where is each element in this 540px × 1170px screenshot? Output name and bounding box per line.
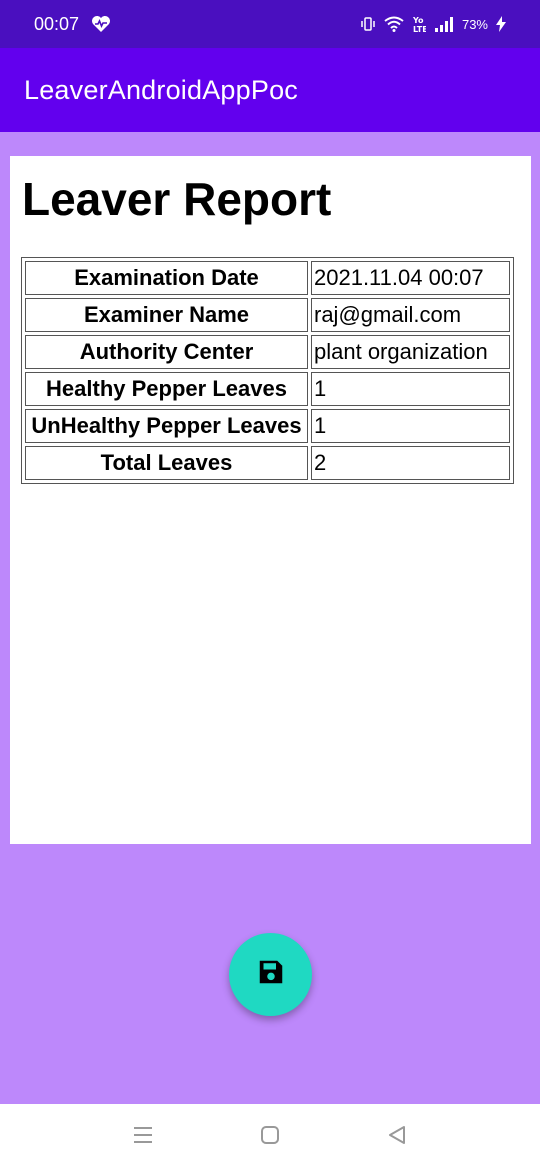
app-bar: LeaverAndroidAppPoc [0, 48, 540, 132]
signal-icon [434, 16, 454, 32]
recents-button[interactable] [123, 1117, 163, 1157]
row-value: 2021.11.04 00:07 [311, 261, 510, 295]
row-label: Authority Center [25, 335, 308, 369]
back-icon [387, 1125, 407, 1150]
row-value: 2 [311, 446, 510, 480]
row-label: Examiner Name [25, 298, 308, 332]
heart-icon [91, 15, 111, 33]
report-card: Leaver Report Examination Date 2021.11.0… [10, 156, 531, 844]
row-label: Total Leaves [25, 446, 308, 480]
save-button[interactable] [229, 933, 312, 1016]
save-icon [256, 957, 286, 992]
recents-icon [133, 1126, 153, 1149]
row-label: UnHealthy Pepper Leaves [25, 409, 308, 443]
table-row: Authority Center plant organization [25, 335, 510, 369]
table-row: Healthy Pepper Leaves 1 [25, 372, 510, 406]
wifi-icon [384, 16, 404, 32]
charging-icon [496, 16, 506, 32]
row-value: 1 [311, 409, 510, 443]
status-time: 00:07 [34, 13, 80, 34]
home-icon [260, 1125, 280, 1150]
table-row: Total Leaves 2 [25, 446, 510, 480]
row-value: raj@gmail.com [311, 298, 510, 332]
report-table: Examination Date 2021.11.04 00:07 Examin… [21, 257, 514, 484]
status-bar: 00:07 Yo LTE 73% [0, 0, 540, 48]
table-row: UnHealthy Pepper Leaves 1 [25, 409, 510, 443]
row-value: plant organization [311, 335, 510, 369]
svg-text:LTE: LTE [413, 25, 426, 33]
table-row: Examination Date 2021.11.04 00:07 [25, 261, 510, 295]
app-title: LeaverAndroidAppPoc [24, 74, 298, 105]
row-label: Examination Date [25, 261, 308, 295]
volte-icon: Yo LTE [412, 15, 426, 33]
home-button[interactable] [250, 1117, 290, 1157]
back-button[interactable] [377, 1117, 417, 1157]
table-row: Examiner Name raj@gmail.com [25, 298, 510, 332]
report-title: Leaver Report [22, 173, 332, 225]
row-label: Healthy Pepper Leaves [25, 372, 308, 406]
system-nav-bar [0, 1104, 540, 1170]
svg-text:Yo: Yo [412, 16, 424, 25]
battery-level: 73% [461, 16, 488, 32]
row-value: 1 [311, 372, 510, 406]
vibrate-icon [360, 16, 376, 32]
